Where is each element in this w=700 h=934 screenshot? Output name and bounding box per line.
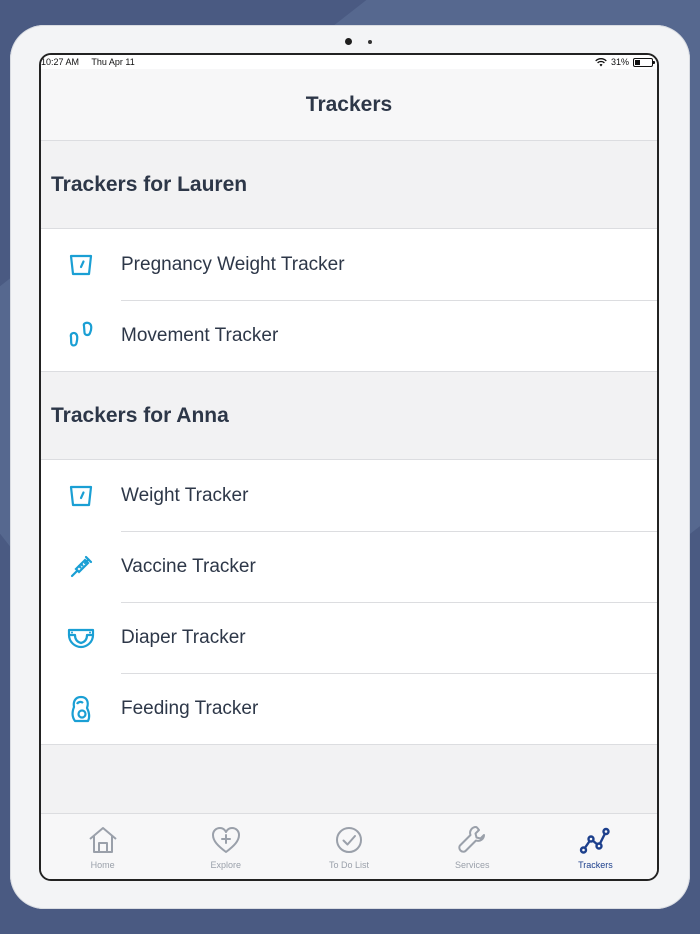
section-list-lauren: Pregnancy Weight Tracker Movement Tracke… — [41, 229, 657, 372]
tab-trackers[interactable]: Trackers — [534, 814, 657, 879]
trackers-list: Trackers for Lauren Pregnancy Weight Tra… — [41, 141, 657, 813]
page-title: Trackers — [305, 92, 393, 116]
tracker-label: Vaccine Tracker — [121, 555, 256, 577]
tracker-row-diaper[interactable]: Diaper Tracker — [41, 602, 657, 673]
sensor — [368, 40, 372, 44]
tab-todo-list[interactable]: To Do List — [287, 814, 410, 879]
screen: 10:27 AM Thu Apr 11 31% Trackers Tracker… — [39, 53, 659, 881]
status-bar: 10:27 AM Thu Apr 11 31% — [41, 55, 657, 69]
trackers-graph-icon — [580, 827, 611, 854]
tablet-frame: 10:27 AM Thu Apr 11 31% Trackers Tracker… — [10, 25, 690, 909]
tab-label: Trackers — [578, 859, 613, 870]
tracker-label: Feeding Tracker — [121, 697, 259, 719]
tracker-row-weight[interactable]: Weight Tracker — [41, 460, 657, 531]
scale-icon — [41, 481, 121, 511]
status-time: 10:27 AM — [41, 57, 80, 67]
tracker-label: Diaper Tracker — [121, 626, 246, 648]
section-header-anna: Trackers for Anna — [41, 372, 657, 460]
battery-percent: 31% — [610, 57, 629, 67]
wifi-icon — [595, 57, 607, 66]
footprints-icon — [41, 321, 121, 351]
tab-label: To Do List — [328, 859, 370, 870]
diaper-icon — [41, 623, 121, 653]
battery-icon — [633, 57, 655, 67]
heart-plus-icon — [211, 826, 240, 853]
tab-services[interactable]: Services — [411, 814, 534, 879]
tracker-row-vaccine[interactable]: Vaccine Tracker — [41, 531, 657, 602]
tab-label: Services — [454, 859, 490, 870]
tracker-label: Movement Tracker — [121, 324, 279, 346]
section-title: Trackers for Lauren — [51, 172, 248, 196]
tab-home[interactable]: Home — [41, 814, 164, 879]
tracker-row-feeding[interactable]: Feeding Tracker — [41, 673, 657, 744]
tab-explore[interactable]: Explore — [164, 814, 287, 879]
status-date: Thu Apr 11 — [91, 57, 135, 67]
scale-icon — [41, 250, 121, 280]
tracker-row-pregnancy-weight[interactable]: Pregnancy Weight Tracker — [41, 229, 657, 300]
check-circle-icon — [336, 826, 362, 853]
tracker-row-movement[interactable]: Movement Tracker — [41, 300, 657, 371]
section-list-anna: Weight Tracker Vaccine Tracker Diaper Tr… — [41, 460, 657, 745]
camera — [345, 38, 352, 45]
home-icon — [88, 826, 117, 853]
tracker-label: Pregnancy Weight Tracker — [121, 253, 345, 275]
feeding-icon — [41, 694, 121, 724]
tab-label: Home — [90, 859, 115, 870]
tracker-label: Weight Tracker — [121, 484, 249, 506]
section-header-lauren: Trackers for Lauren — [41, 141, 657, 229]
wrench-icon — [458, 825, 486, 853]
tab-bar: Home Explore To Do List Services Tracker… — [41, 813, 657, 879]
nav-bar: Trackers — [41, 69, 657, 141]
section-title: Trackers for Anna — [51, 403, 229, 427]
syringe-icon — [41, 552, 121, 582]
tab-label: Explore — [210, 859, 242, 870]
